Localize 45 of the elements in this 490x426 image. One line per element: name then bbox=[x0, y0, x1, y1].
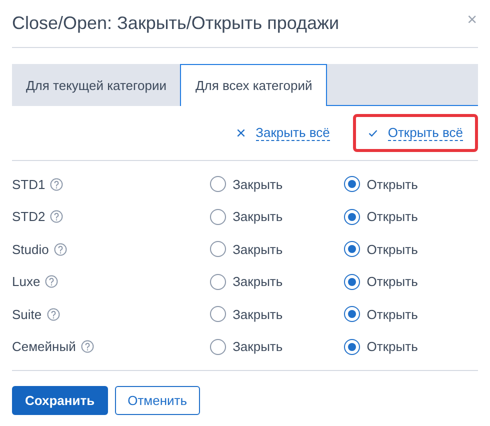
help-icon bbox=[46, 308, 60, 321]
radio-button[interactable] bbox=[210, 208, 226, 225]
radio-label: Открыть bbox=[366, 306, 418, 322]
radio-label: Закрыть bbox=[232, 242, 283, 257]
radio-label: Закрыть bbox=[232, 274, 283, 290]
radio-label: Закрыть bbox=[232, 209, 283, 224]
help-icon bbox=[50, 210, 64, 224]
radio-button[interactable] bbox=[210, 338, 226, 355]
radio-button[interactable] bbox=[210, 274, 226, 290]
check-icon bbox=[368, 128, 378, 138]
radio-button[interactable] bbox=[210, 176, 226, 192]
help-icon bbox=[80, 340, 94, 354]
save-button[interactable]: Сохранить bbox=[12, 386, 108, 415]
category-name: Luxe bbox=[12, 274, 40, 290]
category-name: STD1 bbox=[12, 176, 46, 192]
radio-label: Открыть bbox=[366, 274, 418, 290]
radio-label: Закрыть bbox=[232, 339, 283, 354]
radio-label: Закрыть bbox=[232, 176, 283, 192]
radio-button[interactable] bbox=[344, 208, 360, 225]
radio-label: Открыть bbox=[366, 176, 418, 192]
radio-label: Закрыть bbox=[232, 306, 283, 322]
radio-button[interactable] bbox=[210, 241, 226, 258]
cancel-button[interactable]: Отменить bbox=[114, 386, 200, 415]
radio-label: Открыть bbox=[366, 242, 418, 257]
category-name: STD2 bbox=[12, 209, 46, 224]
dialog-title: Close/Open: Закрыть/Открыть продажи bbox=[12, 13, 340, 34]
category-name: Семейный bbox=[12, 339, 76, 354]
help-icon bbox=[45, 275, 58, 288]
category-name: Studio bbox=[12, 242, 49, 257]
radio-button[interactable] bbox=[344, 176, 360, 192]
close-icon bbox=[236, 128, 246, 138]
action-link[interactable]: Закрыть всё bbox=[256, 125, 330, 141]
radio-button[interactable] bbox=[344, 274, 360, 290]
help-icon bbox=[50, 178, 64, 191]
help-icon bbox=[54, 242, 67, 256]
radio-button[interactable] bbox=[210, 306, 226, 322]
radio-label: Открыть bbox=[366, 339, 418, 354]
action-link[interactable]: Открыть всё bbox=[388, 125, 463, 141]
radio-label: Открыть bbox=[366, 209, 418, 224]
radio-button[interactable] bbox=[344, 306, 360, 322]
tab[interactable]: Для всех категорий bbox=[180, 64, 328, 106]
close-button[interactable]: × bbox=[466, 12, 478, 28]
radio-button[interactable] bbox=[344, 241, 360, 258]
radio-button[interactable] bbox=[344, 338, 360, 355]
category-name: Suite bbox=[12, 306, 42, 322]
